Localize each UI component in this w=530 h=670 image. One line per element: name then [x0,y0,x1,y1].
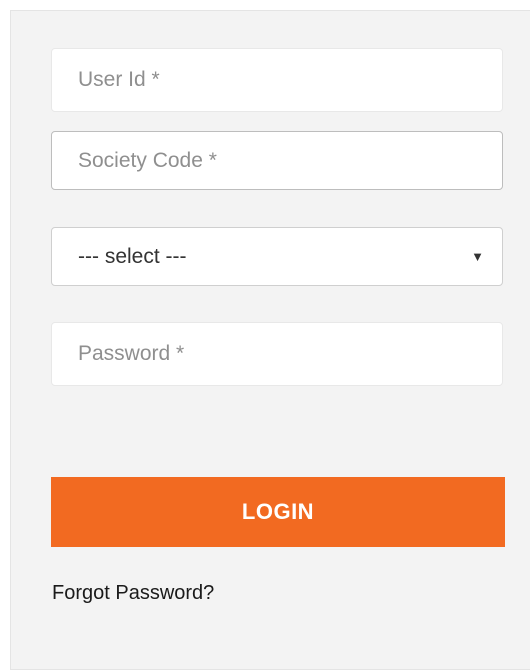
password-input[interactable] [51,322,503,386]
society-code-input[interactable] [51,131,503,190]
forgot-password-link[interactable]: Forgot Password? [52,582,214,605]
chevron-down-icon: ▼ [471,249,484,264]
user-id-input[interactable] [51,48,503,112]
login-button[interactable]: LOGIN [51,477,505,547]
role-select[interactable]: --- select --- ▼ [51,227,503,286]
select-value: --- select --- [78,245,187,268]
